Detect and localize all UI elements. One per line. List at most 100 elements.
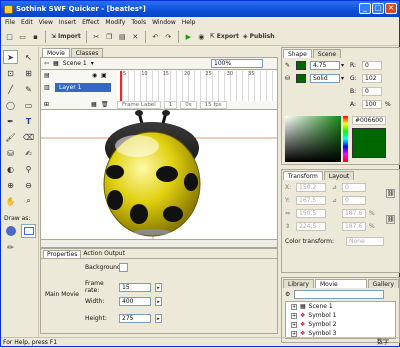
layer-properties-icon[interactable]: ▦ xyxy=(91,101,97,108)
frame-rate-spinner-icon[interactable]: ▸ xyxy=(155,282,162,292)
menu-window[interactable]: Window xyxy=(152,19,176,26)
tab-scene[interactable]: Scene xyxy=(312,49,342,58)
h-input[interactable]: 224.5 xyxy=(296,222,326,231)
line-tool-icon[interactable]: ╱ xyxy=(3,82,18,96)
delete-icon[interactable]: ✕ xyxy=(130,31,141,43)
height-spinner-icon[interactable]: ▸ xyxy=(155,314,162,323)
tab-layout[interactable]: Layout xyxy=(323,171,355,180)
stroke-icon[interactable]: ✎ xyxy=(285,62,290,69)
playhead[interactable] xyxy=(120,71,122,101)
color-picker-square[interactable] xyxy=(285,116,341,162)
g-input[interactable]: 102 xyxy=(362,74,382,83)
oval-tool-icon[interactable]: ◯ xyxy=(3,98,18,112)
minimize-button[interactable]: _ xyxy=(359,3,371,14)
zoom-out-tool-icon[interactable]: ⊖ xyxy=(21,178,36,192)
list-item[interactable]: + ▦ Scene 1 xyxy=(286,302,395,311)
ink-tool-icon[interactable]: ✍ xyxy=(21,146,36,160)
link-scale-icon[interactable]: ⛓ xyxy=(386,215,395,224)
tab-classes[interactable]: Classes xyxy=(70,48,104,57)
expand-icon[interactable]: + xyxy=(291,321,297,328)
width-input[interactable]: 400 xyxy=(119,297,151,306)
pencil-tool-icon[interactable]: ✎ xyxy=(21,82,36,96)
explorer-options-icon[interactable]: ⚙ xyxy=(285,291,290,298)
hue-slider[interactable] xyxy=(343,116,348,162)
fill-tool-icon[interactable]: ◐ xyxy=(3,162,18,176)
fill-icon[interactable]: ⛁ xyxy=(285,75,290,82)
delete-layer-icon[interactable]: 🗑 xyxy=(101,101,109,108)
rectangle-tool-icon[interactable]: ▭ xyxy=(21,98,36,112)
tab-gallery[interactable]: Gallery xyxy=(367,279,399,288)
export-button[interactable]: ⇱ Export xyxy=(209,31,240,43)
r-input[interactable]: 0 xyxy=(362,61,382,70)
menu-view[interactable]: View xyxy=(39,19,53,26)
stroke-width-input[interactable]: 4.75 xyxy=(310,61,340,70)
maximize-button[interactable]: □ xyxy=(372,3,384,14)
tab-transform[interactable]: Transform xyxy=(283,171,323,180)
bucket-tool-icon[interactable]: ⛁ xyxy=(3,146,18,160)
brush-tool-icon[interactable]: 🖌 xyxy=(3,130,18,144)
frame-label-field[interactable]: Frame Label xyxy=(117,101,161,109)
tab-movie-explorer[interactable]: Movie Explorer xyxy=(314,279,367,297)
save-icon[interactable]: ▪ xyxy=(30,31,41,43)
list-item[interactable]: + ❖ Symbol 2 xyxy=(286,320,395,329)
expand-icon[interactable]: + xyxy=(291,330,297,337)
tab-shape[interactable]: Shape xyxy=(283,49,312,58)
play-icon[interactable]: ▶ xyxy=(183,31,194,43)
menu-file[interactable]: File xyxy=(5,19,15,26)
copy-icon[interactable]: ❐ xyxy=(104,31,115,43)
menu-help[interactable]: Help xyxy=(182,19,196,26)
close-button[interactable]: ✕ xyxy=(385,3,397,14)
menu-insert[interactable]: Insert xyxy=(59,19,76,26)
expand-icon[interactable]: + xyxy=(291,303,297,310)
add-layer-icon[interactable]: ⊞ xyxy=(44,101,49,108)
magnifier-tool-icon[interactable]: ⌕ xyxy=(21,194,36,208)
draw-as-object-icon[interactable] xyxy=(21,224,36,238)
frame-rate-input[interactable]: 15 xyxy=(119,282,151,292)
scale-h-input[interactable]: 187.6 xyxy=(342,222,366,231)
stroke-color-swatch[interactable] xyxy=(296,61,306,70)
back-arrow-icon[interactable]: ⇦ xyxy=(44,60,49,67)
eyedropper-tool-icon[interactable]: ⚲ xyxy=(21,162,36,176)
tab-library[interactable]: Library xyxy=(283,279,314,288)
list-item[interactable]: + ❖ Symbol 1 xyxy=(286,311,395,320)
lock-icon[interactable]: ▣ xyxy=(101,72,107,79)
tab-action[interactable]: Action xyxy=(83,250,102,257)
height-input[interactable]: 275 xyxy=(119,314,151,323)
explorer-search-input[interactable] xyxy=(294,290,385,299)
select-tool-icon[interactable]: ➤ xyxy=(3,50,18,64)
hand-tool-icon[interactable]: ✋ xyxy=(3,194,18,208)
menu-modify[interactable]: Modify xyxy=(105,19,125,26)
pencil-mode-icon[interactable]: ✏ xyxy=(3,240,18,254)
fill-color-swatch[interactable] xyxy=(296,74,306,83)
draw-as-shape-icon[interactable] xyxy=(3,224,18,238)
link-xy-icon[interactable]: ⛓ xyxy=(386,189,395,198)
text-tool-icon[interactable]: T xyxy=(21,114,36,128)
expand-icon[interactable]: + xyxy=(291,312,297,319)
ladybug-artwork[interactable] xyxy=(41,110,277,240)
zoom-select[interactable]: 100% xyxy=(211,59,263,68)
tab-output[interactable]: Output xyxy=(104,250,125,257)
tab-movie[interactable]: Movie xyxy=(42,48,70,57)
skew-y-input[interactable]: 0 xyxy=(342,196,366,205)
pen-tool-icon[interactable]: ✒ xyxy=(3,114,18,128)
layer-row[interactable]: Layer 1 xyxy=(55,83,111,92)
scale-w-input[interactable]: 187.6 xyxy=(342,209,366,218)
menu-effect[interactable]: Effect xyxy=(82,19,99,26)
fill-type-select[interactable]: Solid xyxy=(310,74,340,83)
tab-properties[interactable]: Properties xyxy=(43,249,82,258)
w-input[interactable]: 150.5 xyxy=(296,209,326,218)
chevron-down-icon[interactable]: ▾ xyxy=(91,60,94,67)
subselect-tool-icon[interactable]: ↖ xyxy=(21,50,36,64)
stage-canvas[interactable] xyxy=(40,110,278,240)
color-transform-select[interactable]: None xyxy=(346,237,384,246)
transform-tool-icon[interactable]: ⊡ xyxy=(3,66,18,80)
redo-icon[interactable]: ↷ xyxy=(163,31,174,43)
cut-icon[interactable]: ✂ xyxy=(91,31,102,43)
test-movie-icon[interactable]: ◉ xyxy=(196,31,207,43)
hex-color-input[interactable]: #006600 xyxy=(352,116,386,125)
x-input[interactable]: 150.2 xyxy=(296,183,326,192)
menu-tools[interactable]: Tools xyxy=(131,19,146,26)
b-input[interactable]: 0 xyxy=(362,87,382,96)
publish-button[interactable]: ◈ Publish xyxy=(242,31,276,43)
gradient-tool-icon[interactable]: ⊞ xyxy=(21,66,36,80)
